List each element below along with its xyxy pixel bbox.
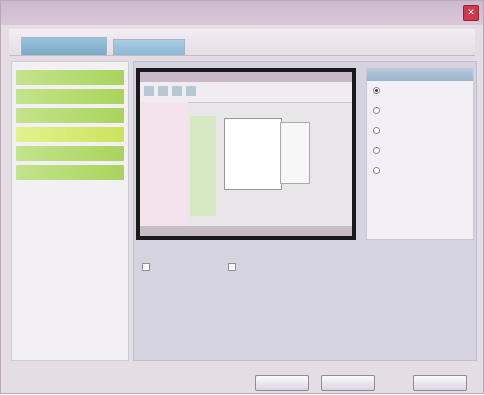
- checkbox-icon[interactable]: [228, 263, 236, 271]
- options-panel: [366, 68, 474, 240]
- options-header: [367, 69, 473, 81]
- preview-dialog-secondary: [280, 122, 310, 184]
- option-3[interactable]: [367, 121, 473, 141]
- sidebar-item-2[interactable]: [16, 89, 124, 104]
- sidebar-item-1[interactable]: [16, 70, 124, 85]
- sidebar-nav: [11, 61, 129, 361]
- radio-icon[interactable]: [373, 167, 380, 174]
- tab-first[interactable]: [21, 37, 107, 55]
- close-icon: ✕: [467, 8, 475, 18]
- checkbox-row-2[interactable]: [228, 262, 330, 272]
- preview-image: [140, 72, 352, 236]
- tab-second[interactable]: [113, 39, 185, 55]
- radio-selected-icon[interactable]: [373, 87, 380, 94]
- radio-icon[interactable]: [373, 127, 380, 134]
- preview-statusbar: [140, 226, 352, 236]
- preview-grid: [190, 116, 216, 216]
- preview-titlebar: [140, 72, 352, 82]
- option-1[interactable]: [367, 81, 473, 101]
- main-panel: [133, 61, 477, 361]
- ok-button[interactable]: [255, 375, 309, 391]
- option-5[interactable]: [367, 161, 473, 181]
- radio-icon[interactable]: [373, 147, 380, 154]
- sidebar-item-3[interactable]: [16, 108, 124, 123]
- preview-caption: [142, 246, 442, 254]
- option-4[interactable]: [367, 141, 473, 161]
- cancel-button[interactable]: [321, 375, 375, 391]
- dialog-window: ✕: [0, 0, 484, 394]
- preview-toolbar: [140, 82, 352, 103]
- radio-icon[interactable]: [373, 107, 380, 114]
- title-bar[interactable]: ✕: [1, 1, 483, 25]
- preview-dialog: [224, 118, 282, 190]
- apply-button[interactable]: [413, 375, 467, 391]
- checkbox-icon[interactable]: [142, 263, 150, 271]
- close-button[interactable]: ✕: [463, 5, 479, 21]
- sidebar-item-5[interactable]: [16, 146, 124, 161]
- tab-strip: [9, 29, 475, 56]
- dialog-footer: [1, 367, 483, 395]
- sidebar-item-6[interactable]: [16, 165, 124, 180]
- option-2[interactable]: [367, 101, 473, 121]
- checkbox-row-1[interactable]: [142, 262, 234, 272]
- screenshot-preview: [136, 68, 356, 240]
- sidebar-item-4[interactable]: [16, 127, 124, 142]
- preview-sidebar: [140, 102, 188, 226]
